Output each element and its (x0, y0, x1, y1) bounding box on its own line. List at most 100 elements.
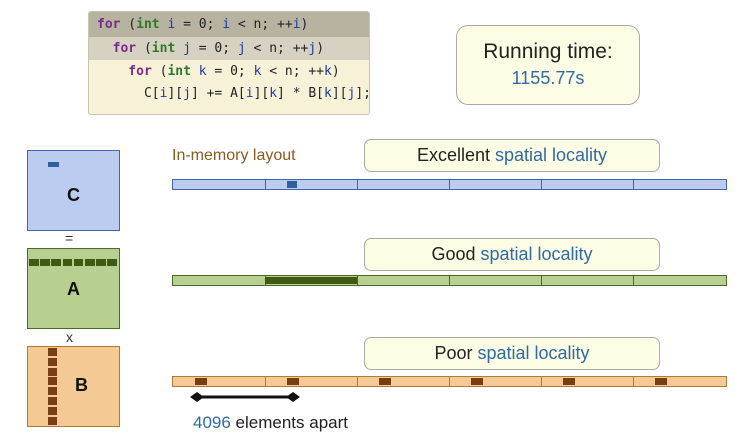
code-token: i (245, 86, 254, 101)
matrix-c: C (27, 150, 120, 231)
memory-element (379, 378, 391, 385)
locality-label-a: Good spatial locality (364, 238, 660, 271)
row-boundary (357, 180, 358, 189)
row-boundary (449, 276, 450, 285)
code-token: ) (331, 64, 340, 79)
matrix-a-row-element (51, 259, 61, 266)
stride-text: elements apart (230, 413, 349, 432)
memory-element (195, 378, 207, 385)
code-box: for (int i = 0; i < n; ++i) for (int j =… (88, 11, 370, 115)
code-token: ] += A[ (190, 86, 246, 101)
code-token: k (324, 86, 332, 101)
running-time-label: Running time: (483, 40, 613, 63)
code-token: ( (151, 64, 168, 79)
matrix-c-label: C (67, 185, 80, 205)
code-token: for (97, 41, 137, 56)
locality-label-c: Excellent spatial locality (364, 139, 660, 172)
stride-arrow (190, 392, 300, 402)
memory-strip-c (172, 179, 727, 190)
row-boundary (357, 276, 358, 285)
matrix-b-label: B (75, 375, 88, 395)
memory-element (287, 181, 297, 188)
stride-number: 4096 (193, 413, 231, 432)
code-line-4: C[i][j] += A[i][k] * B[k][j]; (97, 86, 369, 101)
code-token: i (292, 17, 301, 32)
code-token: < n; ++ (230, 17, 293, 32)
matrix-a-row-element (62, 259, 73, 266)
matrix-a-label: A (67, 279, 80, 299)
code-token: j (237, 41, 246, 56)
locality-b-prefix: Poor (434, 343, 478, 363)
code-token: ] * B[ (277, 86, 325, 101)
locality-a-prefix: Good (431, 244, 481, 264)
code-token: < n; ++ (261, 64, 325, 79)
code-token: int (167, 64, 191, 79)
memory-element (287, 378, 299, 385)
times-sign: x (66, 329, 73, 345)
in-memory-layout-label: In-memory layout (172, 147, 296, 164)
code-token: C[ (97, 86, 160, 101)
matrix-a-row-element (29, 259, 39, 266)
code-token: j (183, 86, 191, 101)
locality-c-highlight: spatial locality (494, 145, 608, 165)
matrix-a-row (28, 259, 119, 266)
locality-label-b: Poor spatial locality (364, 337, 660, 370)
memory-element (265, 277, 357, 284)
code-token: for (97, 17, 121, 32)
code-token: for (97, 64, 152, 79)
memory-element (471, 378, 483, 385)
code-token: ][ (331, 86, 348, 101)
matrix-b-column-element (48, 406, 57, 415)
code-token: = 0; (175, 17, 223, 32)
matrix-b-column-element (48, 348, 57, 356)
equals-sign: = (65, 230, 74, 246)
code-token: j (308, 41, 317, 56)
code-token: k (198, 64, 207, 79)
code-token: ) (316, 41, 325, 56)
locality-a-highlight: spatial locality (480, 244, 593, 264)
locality-b-highlight: spatial locality (477, 343, 590, 363)
matrix-a-row-element (85, 259, 95, 266)
code-token: int (136, 17, 160, 32)
matrix-a-row-element (73, 259, 84, 266)
row-boundary (449, 180, 450, 189)
code-token: i (222, 17, 231, 32)
code-line-3: for (int k = 0; k < n; ++k) (97, 64, 340, 79)
memory-element (655, 378, 667, 385)
code-token: k (269, 86, 278, 101)
row-boundary (541, 377, 542, 386)
row-boundary (541, 276, 542, 285)
code-line-2: for (int j = 0; j < n; ++j) (97, 41, 324, 56)
row-boundary (633, 276, 634, 285)
code-token: = 0; (190, 41, 238, 56)
locality-c-prefix: Excellent (416, 145, 495, 165)
memory-strip-a (172, 275, 727, 286)
matrix-b: B (27, 346, 120, 427)
stride-label: 4096 elements apart (193, 413, 348, 433)
row-boundary (265, 180, 266, 189)
code-line-1: for (int i = 0; i < n; ++i) (97, 17, 308, 32)
code-token: < n; ++ (245, 41, 309, 56)
row-boundary (541, 180, 542, 189)
row-boundary (633, 180, 634, 189)
row-boundary (357, 377, 358, 386)
matrix-b-column-element (48, 416, 57, 425)
matrix-a-row-element (96, 259, 106, 266)
memory-strip-b (172, 376, 727, 387)
code-token: ( (136, 41, 152, 56)
matrix-a-row-element (107, 259, 117, 266)
code-token: int (151, 41, 176, 56)
code-token: ) (300, 17, 309, 32)
code-token: j (183, 41, 191, 56)
matrix-b-column-element (48, 357, 57, 366)
matrix-a: A (27, 248, 120, 329)
running-time-value: 1155.77s (511, 68, 585, 88)
code-token: k (324, 64, 332, 79)
row-boundary (449, 377, 450, 386)
code-token: ][ (167, 86, 184, 101)
matrix-a-row-element (40, 259, 50, 266)
code-token: ][ (253, 86, 270, 101)
memory-element (563, 378, 575, 385)
